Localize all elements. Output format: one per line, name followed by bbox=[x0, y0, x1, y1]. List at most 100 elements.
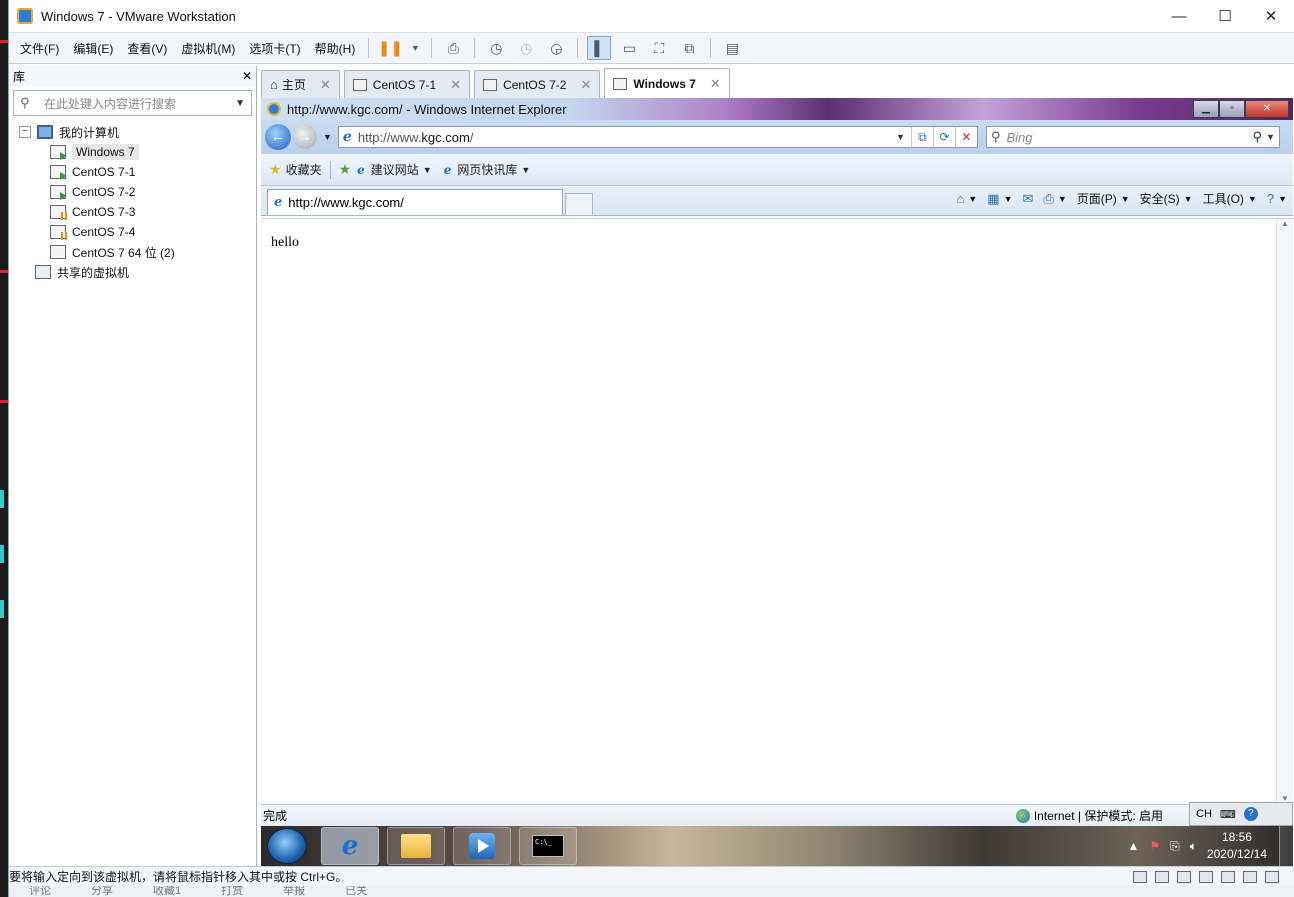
library-search-input[interactable]: ⚲ 在此处键入内容进行搜索 ▼ bbox=[13, 90, 252, 116]
tools-menu[interactable]: 工具(O) bbox=[1203, 190, 1244, 207]
close-icon[interactable]: ✕ bbox=[710, 76, 721, 92]
show-library-icon[interactable]: ▌ bbox=[587, 36, 612, 60]
keyboard-icon[interactable]: ⌨ bbox=[1220, 808, 1236, 821]
volume-icon[interactable]: 🔈︎ bbox=[1190, 839, 1197, 854]
library-close-icon[interactable]: ✕ bbox=[242, 69, 252, 83]
back-icon[interactable]: ← bbox=[265, 124, 291, 150]
search-options-icon[interactable]: ▼ bbox=[1266, 132, 1275, 142]
taskbar-ie-button[interactable]: e bbox=[321, 827, 379, 865]
hard-disk-icon[interactable] bbox=[1133, 870, 1147, 883]
menu-help[interactable]: 帮助(H) bbox=[308, 40, 363, 57]
tree-item-vm[interactable]: Windows 7 bbox=[9, 142, 256, 162]
chevron-down-icon[interactable]: ▼ bbox=[235, 98, 245, 109]
clock[interactable]: 18:56 2020/12/14 bbox=[1207, 829, 1267, 863]
usb-icon[interactable] bbox=[1243, 870, 1257, 883]
mail-icon[interactable]: ✉ bbox=[1023, 191, 1034, 207]
close-icon[interactable]: ✕ bbox=[320, 77, 331, 93]
menu-edit[interactable]: 编辑(E) bbox=[66, 40, 120, 57]
search-icon[interactable]: ⚲ bbox=[1252, 129, 1262, 145]
revert-snapshot-icon[interactable]: ◷ bbox=[514, 36, 538, 60]
chevron-down-icon[interactable]: ▼ bbox=[1278, 194, 1287, 204]
unity-icon[interactable]: ⧉ bbox=[677, 36, 701, 60]
tab-centos-7-1[interactable]: CentOS 7-1 ✕ bbox=[343, 70, 471, 98]
vertical-scrollbar[interactable]: ▲ ▼ bbox=[1276, 219, 1293, 805]
tab-centos-7-2[interactable]: CentOS 7-2 ✕ bbox=[474, 70, 601, 98]
chevron-down-icon[interactable]: ▼ bbox=[1184, 194, 1193, 204]
safety-menu[interactable]: 安全(S) bbox=[1140, 190, 1180, 207]
ie-title-bar[interactable]: http://www.kgc.com/ - Windows Internet E… bbox=[261, 98, 1293, 120]
network-adapter-icon[interactable] bbox=[1177, 870, 1191, 883]
security-zone[interactable]: Internet | 保护模式: 启用 bbox=[1015, 807, 1163, 824]
forward-icon[interactable]: → bbox=[293, 125, 317, 149]
chevron-down-icon[interactable]: ▼ bbox=[1121, 194, 1130, 204]
help-icon[interactable]: ? bbox=[1243, 807, 1258, 821]
feeds-icon[interactable]: ▦ bbox=[987, 191, 999, 207]
refresh-icon[interactable]: ⟳ bbox=[932, 127, 955, 147]
tree-item-vm[interactable]: CentOS 7-3 bbox=[9, 202, 256, 222]
network-icon[interactable]: ⎘ bbox=[1170, 839, 1180, 854]
chevron-down-icon[interactable]: ▼ bbox=[521, 165, 530, 175]
pause-icon[interactable]: ❚❚ bbox=[378, 36, 403, 60]
taskbar-cmd-button[interactable]: C:\_ bbox=[519, 827, 577, 865]
menu-tabs[interactable]: 选项卡(T) bbox=[242, 40, 307, 57]
cd-dvd-icon[interactable] bbox=[1155, 870, 1169, 883]
address-dropdown-icon[interactable]: ▼ bbox=[896, 132, 905, 142]
page-menu[interactable]: 页面(P) bbox=[1077, 190, 1117, 207]
print-icon[interactable]: ⎙ bbox=[1043, 191, 1053, 207]
pause-dropdown-icon[interactable]: ▼ bbox=[408, 36, 422, 60]
tree-item-shared-vms[interactable]: 共享的虚拟机 bbox=[9, 262, 256, 282]
minimize-button[interactable]: — bbox=[1156, 1, 1202, 31]
compatibility-view-icon[interactable]: ⧉ bbox=[910, 127, 933, 147]
title-bar[interactable]: Windows 7 - VMware Workstation — ☐ ✕ bbox=[9, 0, 1294, 32]
help-icon[interactable]: ? bbox=[1267, 191, 1274, 206]
close-button[interactable]: ✕ bbox=[1248, 1, 1294, 31]
tab-windows-7[interactable]: Windows 7 ✕ bbox=[604, 68, 730, 98]
chevron-down-icon[interactable]: ▼ bbox=[1058, 194, 1067, 204]
menu-vm[interactable]: 虚拟机(M) bbox=[174, 40, 242, 57]
ie-tab[interactable]: e http://www.kgc.com/ bbox=[267, 189, 563, 215]
show-hidden-icons-icon[interactable]: ▲ bbox=[1127, 839, 1139, 853]
show-desktop-button[interactable] bbox=[1279, 826, 1293, 866]
menu-view[interactable]: 查看(V) bbox=[120, 40, 174, 57]
ie-close-button[interactable]: ✕ bbox=[1245, 100, 1289, 118]
favorites-button[interactable]: 收藏夹 bbox=[286, 161, 322, 178]
chevron-down-icon[interactable]: ▼ bbox=[1004, 194, 1013, 204]
add-to-favorites-icon[interactable]: ★ bbox=[339, 161, 352, 178]
stop-icon[interactable]: ✕ bbox=[954, 127, 977, 147]
web-slice-gallery-link[interactable]: 网页快讯库 bbox=[457, 161, 517, 178]
language-indicator[interactable]: CH bbox=[1196, 808, 1212, 820]
collapse-icon[interactable]: − bbox=[19, 126, 31, 138]
tree-item-vm[interactable]: CentOS 7-4 bbox=[9, 222, 256, 242]
chevron-down-icon[interactable]: ▼ bbox=[423, 165, 432, 175]
scroll-up-icon[interactable]: ▲ bbox=[1277, 219, 1293, 228]
printer-icon[interactable] bbox=[1199, 870, 1213, 883]
tree-item-vm[interactable]: CentOS 7-1 bbox=[9, 162, 256, 182]
history-dropdown-icon[interactable]: ▼ bbox=[323, 132, 332, 142]
tree-item-my-computer[interactable]: − 我的计算机 bbox=[9, 122, 256, 142]
sound-card-icon[interactable] bbox=[1221, 870, 1235, 883]
close-icon[interactable]: ✕ bbox=[450, 77, 461, 93]
tab-home[interactable]: ⌂ 主页 ✕ bbox=[261, 70, 340, 98]
guest-screen[interactable]: http://www.kgc.com/ - Windows Internet E… bbox=[261, 98, 1293, 866]
taskbar-explorer-button[interactable] bbox=[387, 827, 445, 865]
new-tab-button[interactable] bbox=[565, 193, 593, 215]
page-content[interactable]: hello ▲ ▼ bbox=[261, 218, 1293, 805]
maximize-button[interactable]: ☐ bbox=[1202, 1, 1248, 31]
menu-file[interactable]: 文件(F) bbox=[13, 40, 66, 57]
chevron-down-icon[interactable]: ▼ bbox=[968, 194, 977, 204]
tree-item-vm[interactable]: CentOS 7 64 位 (2) bbox=[9, 242, 256, 262]
send-ctrl-alt-del-icon[interactable]: ⎙ bbox=[441, 36, 465, 60]
start-button[interactable] bbox=[267, 828, 307, 864]
action-center-icon[interactable]: ⚑ bbox=[1149, 839, 1160, 853]
tree-item-vm[interactable]: CentOS 7-2 bbox=[9, 182, 256, 202]
language-bar[interactable]: CH ⌨ ? bbox=[1189, 802, 1293, 826]
snapshot-manager-icon[interactable]: ◶ bbox=[544, 36, 568, 60]
ie-minimize-button[interactable]: ▁ bbox=[1193, 100, 1219, 118]
suggested-sites-link[interactable]: 建议网站 bbox=[371, 161, 419, 178]
home-icon[interactable]: ⌂ bbox=[957, 191, 965, 206]
full-screen-icon[interactable]: ⛶ bbox=[647, 36, 671, 60]
thumbnail-bar-icon[interactable]: ▭ bbox=[617, 36, 641, 60]
search-box[interactable]: ⚲ Bing ⚲ ▼ bbox=[985, 126, 1280, 148]
console-view-icon[interactable]: ▤ bbox=[720, 36, 744, 60]
ie-maximize-button[interactable]: ▫ bbox=[1219, 100, 1245, 118]
